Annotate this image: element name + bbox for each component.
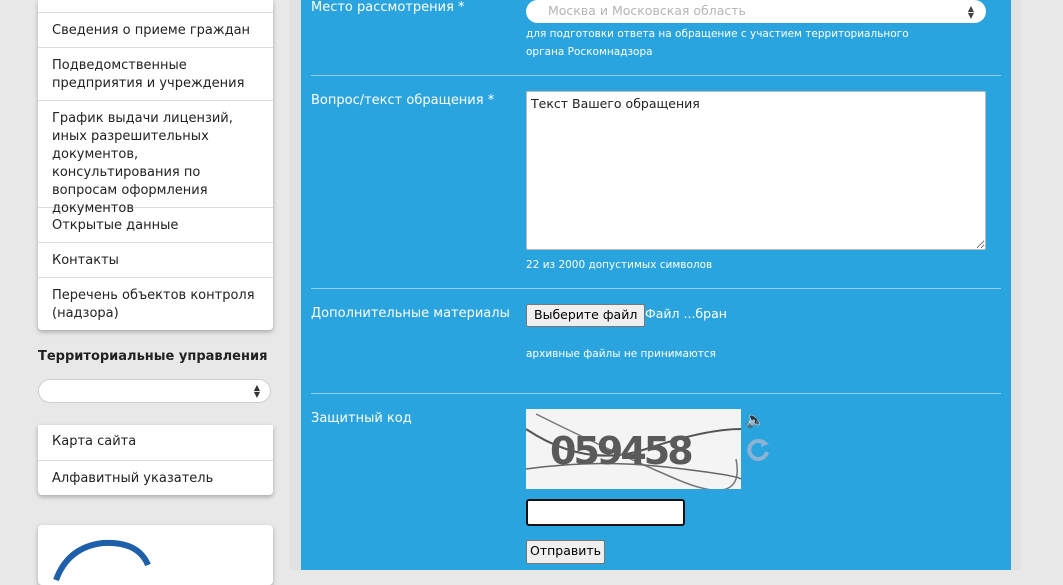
refresh-icon[interactable] xyxy=(745,436,771,462)
footer-links-card: Карта сайта Алфавитный указатель xyxy=(38,425,273,495)
sidebar-item-subordinate-enterprises[interactable]: Подведомственные предприятия и учреждени… xyxy=(38,47,273,100)
logo-card[interactable] xyxy=(38,525,273,585)
sidebar-item-top-partial[interactable] xyxy=(38,0,273,12)
alphabet-index-link[interactable]: Алфавитный указатель xyxy=(38,460,273,495)
select-arrows-icon: ▲ ▼ xyxy=(253,383,260,399)
sitemap-link[interactable]: Карта сайта xyxy=(38,425,273,460)
speaker-icon[interactable]: 🔈 xyxy=(745,410,765,429)
captcha-label: Защитный код xyxy=(311,411,412,426)
choose-file-button[interactable]: Выберите файл xyxy=(526,304,646,327)
captcha-text: 059458 xyxy=(550,429,692,473)
territorial-select[interactable]: ▲ ▼ xyxy=(38,379,271,403)
place-select[interactable]: Москва и Московская область ▲ ▼ xyxy=(526,0,986,23)
place-label: Место рассмотрения * xyxy=(311,0,465,15)
place-hint: для подготовки ответа на обращение с уча… xyxy=(526,28,909,58)
attachments-hint: архивные файлы не принимаются xyxy=(526,348,716,360)
sidebar-item-contacts[interactable]: Контакты xyxy=(38,242,273,277)
logo-icon xyxy=(53,539,151,582)
captcha-noise: 059458 xyxy=(525,413,742,491)
divider xyxy=(311,75,1001,76)
sidebar-item-license-schedule[interactable]: График выдачи лицензий, иных разрешитель… xyxy=(38,100,273,216)
question-label: Вопрос/текст обращения * xyxy=(311,93,495,108)
char-counter: 22 из 2000 допустимых символов xyxy=(526,259,713,271)
place-select-value: Москва и Московская область xyxy=(548,3,746,18)
select-arrows-icon: ▲ ▼ xyxy=(967,4,974,20)
divider xyxy=(311,393,1001,394)
sidebar-item-citizen-reception[interactable]: Сведения о приеме граждан xyxy=(38,12,273,47)
captcha-input[interactable] xyxy=(526,499,685,526)
file-status: Файл ...бран xyxy=(645,306,727,321)
submit-button[interactable]: Отправить xyxy=(526,540,606,564)
appeal-form: Место рассмотрения * Москва и Московская… xyxy=(301,0,1011,570)
territorial-title: Территориальные управления xyxy=(38,349,268,364)
sidebar-menu: Сведения о приеме граждан Подведомственн… xyxy=(38,0,273,330)
captcha-image: 059458 xyxy=(525,409,742,491)
question-textarea[interactable]: Текст Вашего обращения xyxy=(526,91,986,250)
sidebar-item-control-objects[interactable]: Перечень объектов контроля (надзора) xyxy=(38,277,273,330)
attachments-label: Дополнительные материалы xyxy=(311,306,510,321)
divider xyxy=(311,288,1001,289)
